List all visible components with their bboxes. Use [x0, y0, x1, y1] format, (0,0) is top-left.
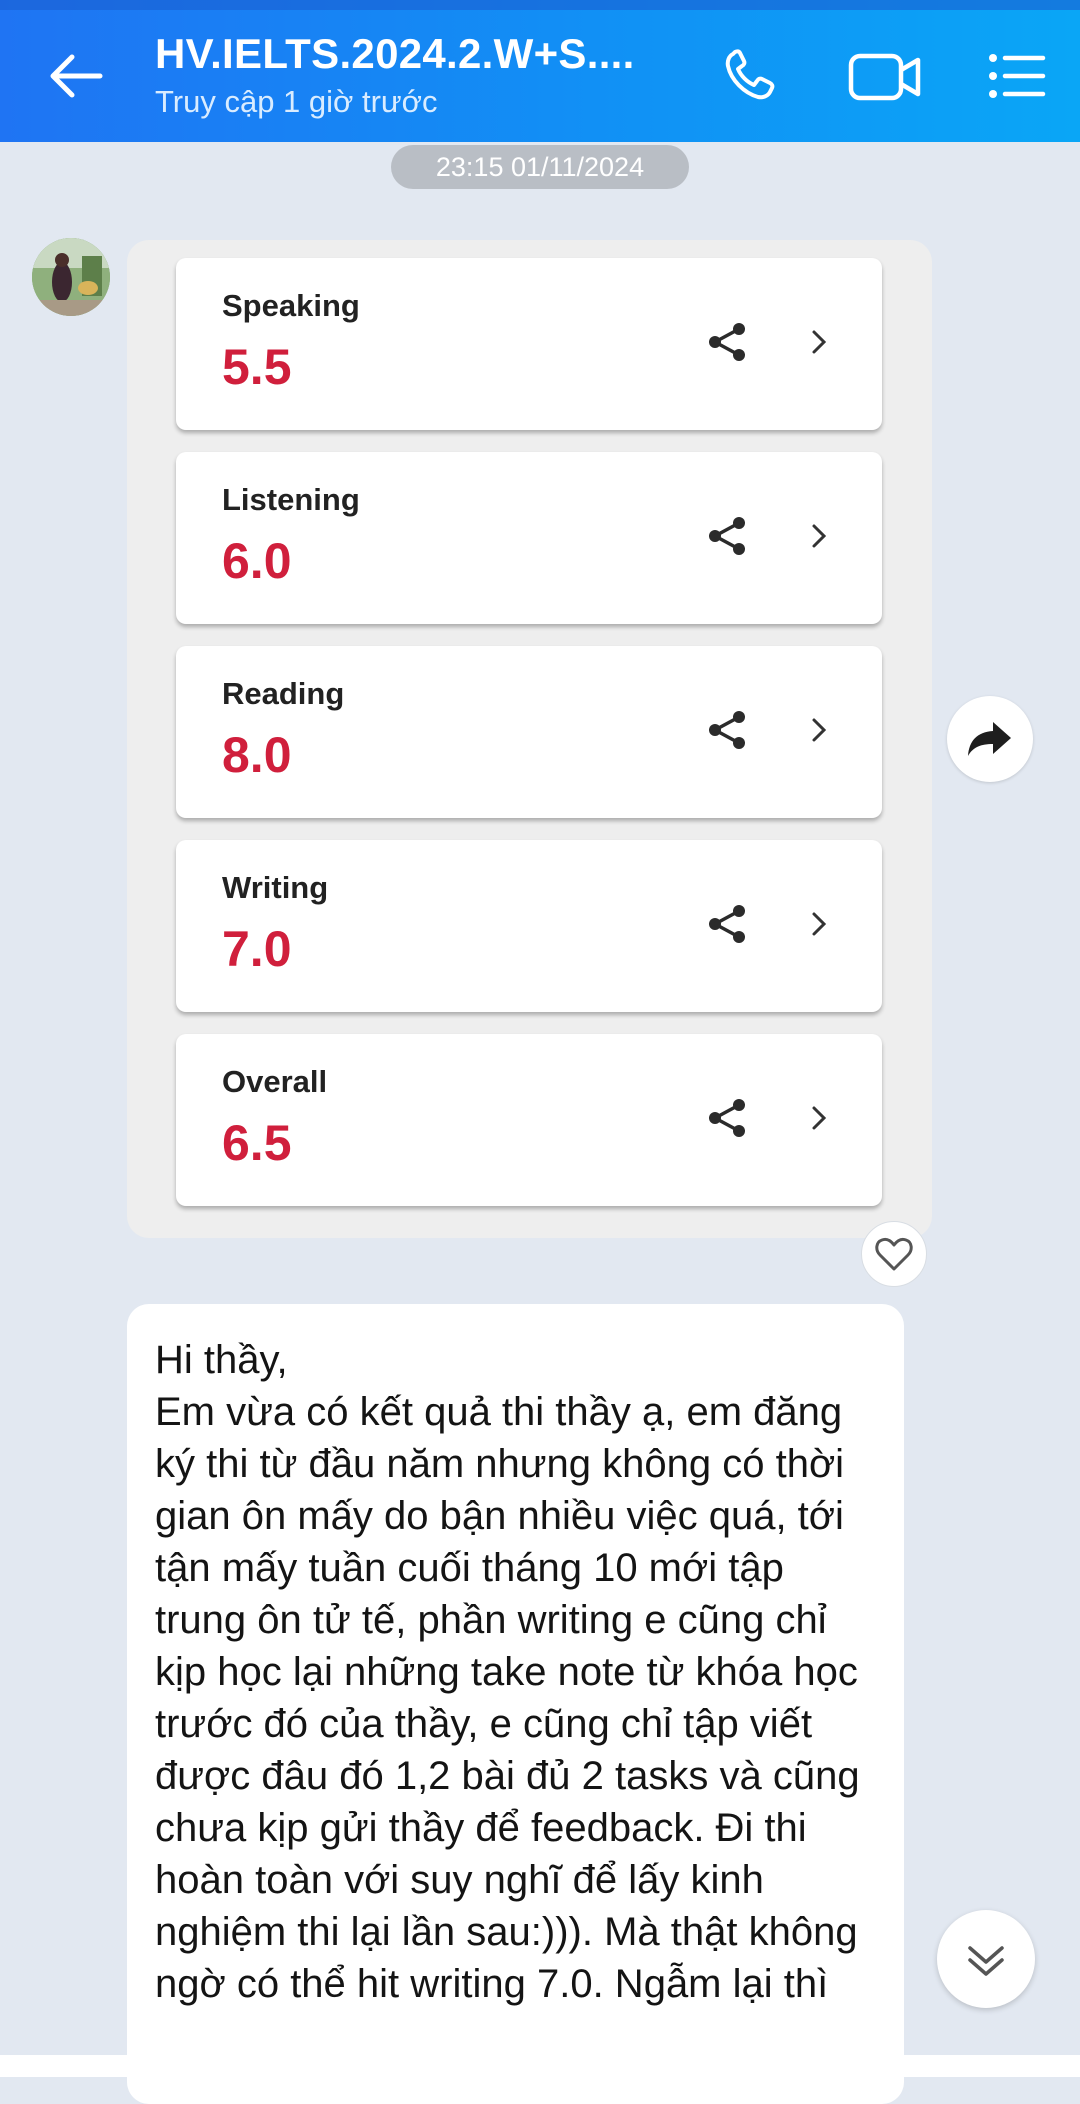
- score-card-overall[interactable]: Overall 6.5: [176, 1034, 882, 1206]
- video-camera-icon: [848, 53, 921, 101]
- share-icon[interactable]: [706, 514, 750, 558]
- arrow-left-icon: [50, 54, 103, 98]
- back-button[interactable]: [40, 44, 112, 108]
- chevron-right-icon[interactable]: [808, 712, 832, 748]
- score-label: Speaking: [222, 288, 360, 323]
- react-button[interactable]: [861, 1221, 927, 1287]
- share-icon[interactable]: [706, 320, 750, 364]
- score-value: 6.0: [222, 533, 292, 589]
- score-card-reading[interactable]: Reading 8.0: [176, 646, 882, 818]
- forward-button[interactable]: [947, 696, 1033, 782]
- date-separator: 23:15 01/11/2024: [391, 145, 689, 189]
- input-bar-edge: [0, 2055, 1080, 2077]
- double-chevron-down-icon: [968, 1946, 1004, 1976]
- chevron-right-icon[interactable]: [808, 324, 832, 360]
- score-value: 6.5: [222, 1115, 292, 1171]
- score-value: 8.0: [222, 727, 292, 783]
- share-icon[interactable]: [706, 902, 750, 946]
- score-value: 7.0: [222, 921, 292, 977]
- menu-button[interactable]: [983, 44, 1055, 108]
- score-value: 5.5: [222, 339, 292, 395]
- score-card-writing[interactable]: Writing 7.0: [176, 840, 882, 1012]
- avatar-photo: [32, 238, 110, 316]
- share-icon[interactable]: [706, 1096, 750, 1140]
- chevron-right-icon[interactable]: [808, 906, 832, 942]
- message-text: Hi thầy, Em vừa có kết quả thi thầy ạ, e…: [155, 1338, 860, 2006]
- text-message[interactable]: Hi thầy, Em vừa có kết quả thi thầy ạ, e…: [127, 1304, 904, 2104]
- video-call-button[interactable]: [846, 44, 926, 108]
- forward-arrow-icon: [968, 722, 1011, 756]
- chevron-right-icon[interactable]: [808, 518, 832, 554]
- chat-header: HV.IELTS.2024.2.W+S.... Truy cập 1 giờ t…: [0, 0, 1080, 142]
- chevron-right-icon[interactable]: [808, 1100, 832, 1136]
- status-strip: [0, 0, 1080, 10]
- score-label: Reading: [222, 676, 345, 711]
- scroll-to-bottom-button[interactable]: [937, 1910, 1035, 2008]
- score-label: Overall: [222, 1064, 328, 1099]
- last-seen-status: Truy cập 1 giờ trước: [155, 84, 438, 119]
- score-label: Listening: [222, 482, 360, 517]
- sender-avatar[interactable]: [32, 238, 110, 316]
- share-icon[interactable]: [706, 708, 750, 752]
- score-label: Writing: [222, 870, 329, 905]
- score-card-listening[interactable]: Listening 6.0: [176, 452, 882, 624]
- conversation-title[interactable]: HV.IELTS.2024.2.W+S....: [155, 30, 635, 78]
- heart-icon: [875, 1237, 913, 1271]
- call-button[interactable]: [716, 44, 788, 108]
- score-card-speaking[interactable]: Speaking 5.5: [176, 258, 882, 430]
- phone-icon: [725, 49, 775, 100]
- list-menu-icon: [989, 54, 1046, 98]
